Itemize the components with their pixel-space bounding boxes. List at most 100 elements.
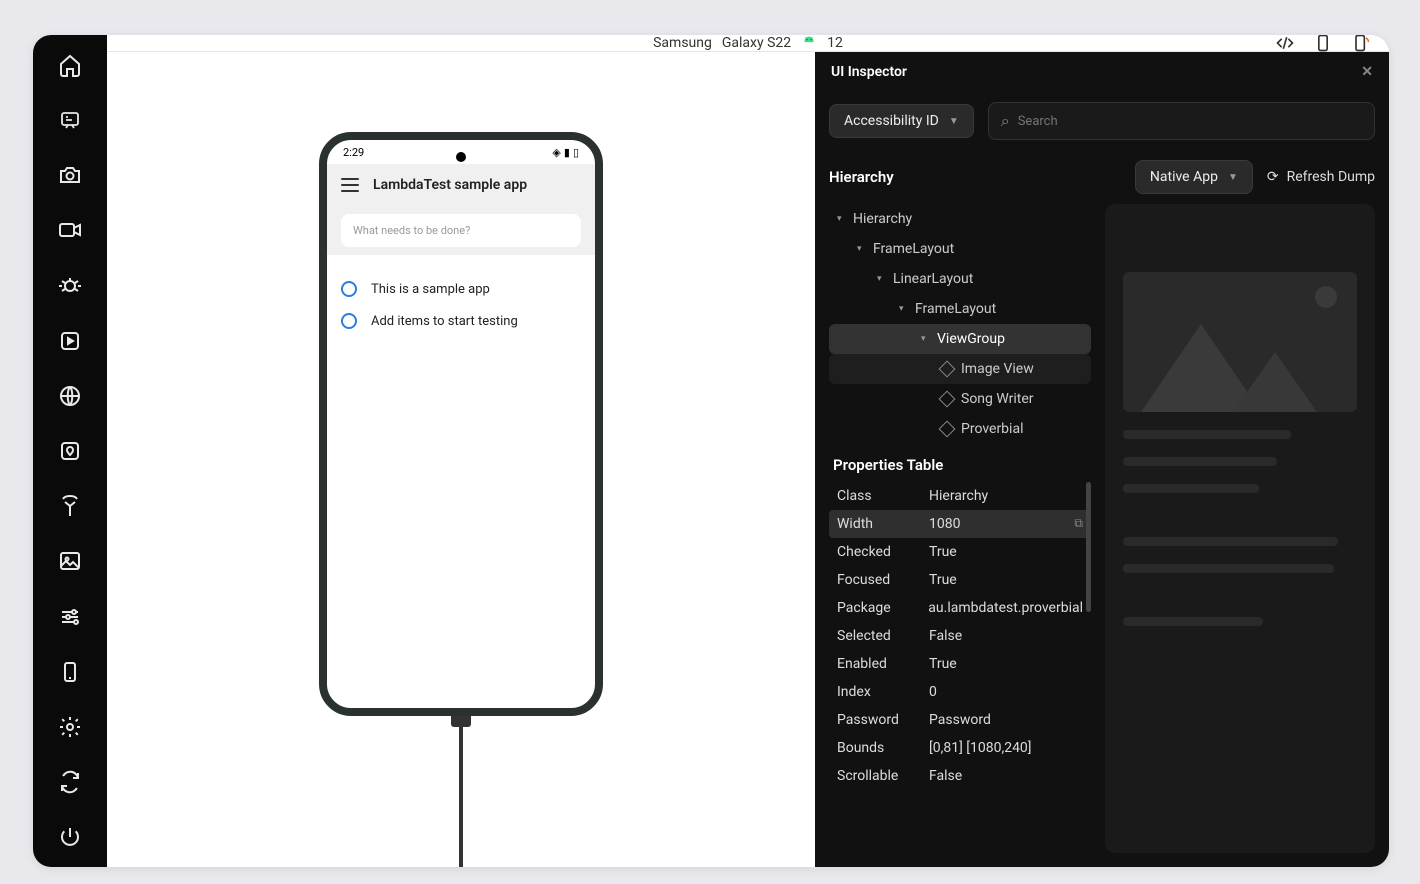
tree-node[interactable]: ▾FrameLayout <box>829 294 1091 324</box>
tree-node-label: Song Writer <box>961 391 1034 407</box>
phone-search-input[interactable]: What needs to be done? <box>341 214 581 247</box>
chevron-down-icon: ▾ <box>877 274 885 284</box>
code-icon[interactable] <box>1275 35 1295 53</box>
video-icon[interactable] <box>56 217 84 244</box>
hierarchy-tree[interactable]: ▾Hierarchy▾FrameLayout▾LinearLayout▾Fram… <box>829 204 1091 444</box>
property-key: Focused <box>837 572 929 588</box>
property-row[interactable]: ScrollableFalse <box>829 762 1091 790</box>
inspector-body: ▾Hierarchy▾FrameLayout▾LinearLayout▾Fram… <box>815 204 1389 867</box>
sliders-icon[interactable] <box>56 603 84 630</box>
skeleton-line <box>1123 457 1277 466</box>
search-icon: ⌕ <box>1001 111 1010 131</box>
tree-node[interactable]: ▾Hierarchy <box>829 204 1091 234</box>
chevron-down-icon: ▾ <box>921 334 929 344</box>
tree-column: ▾Hierarchy▾FrameLayout▾LinearLayout▾Fram… <box>829 204 1091 853</box>
power-icon[interactable] <box>56 824 84 851</box>
device-snapshot-icon[interactable] <box>1313 35 1333 53</box>
view-dropdown[interactable]: Native App ▼ <box>1135 160 1253 194</box>
property-row[interactable]: Width1080⧉ <box>829 510 1091 538</box>
tree-node[interactable]: Proverbial <box>829 414 1091 444</box>
property-value: 0 <box>929 684 1083 700</box>
tree-node-label: FrameLayout <box>915 301 996 317</box>
property-key: Selected <box>837 628 929 644</box>
preview-column <box>1105 204 1375 853</box>
phone-app-title: LambdaTest sample app <box>373 177 527 193</box>
inspector-title: UI Inspector <box>831 64 907 80</box>
wifi-icon: ◈ <box>552 146 560 159</box>
chevron-down-icon: ▾ <box>837 214 845 224</box>
refresh-button[interactable]: ⟳ Refresh Dump <box>1267 169 1375 185</box>
sync-icon[interactable] <box>56 769 84 796</box>
image-icon[interactable] <box>56 548 84 575</box>
topbar: Samsung Galaxy S22 12 <box>107 35 1389 52</box>
skeleton-line <box>1123 537 1338 546</box>
property-key: Enabled <box>837 656 929 672</box>
property-row[interactable]: Index0 <box>829 678 1091 706</box>
inspector-header: UI Inspector ✕ <box>815 52 1389 92</box>
property-row[interactable]: EnabledTrue <box>829 650 1091 678</box>
locator-dropdown[interactable]: Accessibility ID ▼ <box>829 104 974 138</box>
globe-icon[interactable] <box>56 382 84 409</box>
device-rotate-icon[interactable] <box>1351 35 1371 53</box>
radio-icon[interactable] <box>341 281 357 297</box>
close-icon[interactable]: ✕ <box>1361 64 1373 80</box>
property-value: True <box>929 544 1083 560</box>
tree-node[interactable]: Image View <box>829 354 1091 384</box>
android-icon <box>801 35 817 51</box>
property-key: Scrollable <box>837 768 929 784</box>
phone-side-button <box>598 400 600 450</box>
bug-icon[interactable] <box>56 272 84 299</box>
skeleton-line <box>1123 484 1259 493</box>
play-icon[interactable] <box>56 327 84 354</box>
property-value: [0,81] [1080,240] <box>929 740 1083 756</box>
camera-icon[interactable] <box>56 161 84 188</box>
property-key: Index <box>837 684 929 700</box>
property-row[interactable]: Packageau.lambdatest.proverbial <box>829 594 1091 622</box>
phone-cable <box>459 727 463 867</box>
app-icon[interactable] <box>56 106 84 133</box>
topbar-actions <box>1275 35 1371 53</box>
chevron-down-icon: ▼ <box>949 116 959 127</box>
phone-status-icons: ◈ ▮ ▯ <box>552 146 579 159</box>
property-key: Class <box>837 488 929 504</box>
property-value: False <box>929 628 1083 644</box>
home-icon[interactable] <box>56 51 84 78</box>
todo-text: Add items to start testing <box>371 314 518 329</box>
property-row[interactable]: ClassHierarchy <box>829 482 1091 510</box>
property-value: False <box>929 768 1083 784</box>
tree-node[interactable]: ▾ViewGroup <box>829 324 1091 354</box>
todo-item[interactable]: Add items to start testing <box>341 305 581 337</box>
phone-time: 2:29 <box>343 146 364 159</box>
search-box[interactable]: ⌕ <box>988 102 1375 140</box>
device-info: Samsung Galaxy S22 12 <box>653 35 843 51</box>
properties-title: Properties Table <box>829 444 1091 482</box>
property-row[interactable]: PasswordPassword <box>829 706 1091 734</box>
locator-dropdown-label: Accessibility ID <box>844 113 939 129</box>
property-row[interactable]: CheckedTrue <box>829 538 1091 566</box>
network-icon[interactable] <box>56 493 84 520</box>
device-icon[interactable] <box>56 658 84 685</box>
property-key: Password <box>837 712 929 728</box>
tree-node[interactable]: Song Writer <box>829 384 1091 414</box>
skeleton-line <box>1123 617 1263 626</box>
tree-node-label: FrameLayout <box>873 241 954 257</box>
tree-node[interactable]: ▾FrameLayout <box>829 234 1091 264</box>
radio-icon[interactable] <box>341 313 357 329</box>
property-row[interactable]: Bounds[0,81] [1080,240] <box>829 734 1091 762</box>
tree-node-label: Image View <box>961 361 1034 377</box>
signal-icon: ▮ <box>564 146 570 159</box>
scrollbar[interactable] <box>1086 482 1091 612</box>
property-row[interactable]: FocusedTrue <box>829 566 1091 594</box>
todo-item[interactable]: This is a sample app <box>341 273 581 305</box>
hierarchy-title: Hierarchy <box>829 168 894 186</box>
hamburger-icon[interactable] <box>341 178 359 192</box>
search-input[interactable] <box>1018 114 1362 129</box>
tree-node[interactable]: ▾LinearLayout <box>829 264 1091 294</box>
skeleton-line <box>1123 430 1291 439</box>
copy-icon[interactable]: ⧉ <box>1074 516 1083 532</box>
location-icon[interactable] <box>56 437 84 464</box>
gear-icon[interactable] <box>56 713 84 740</box>
device-model: Galaxy S22 <box>722 35 791 51</box>
property-row[interactable]: SelectedFalse <box>829 622 1091 650</box>
properties-table[interactable]: ClassHierarchyWidth1080⧉CheckedTrueFocus… <box>829 482 1091 790</box>
